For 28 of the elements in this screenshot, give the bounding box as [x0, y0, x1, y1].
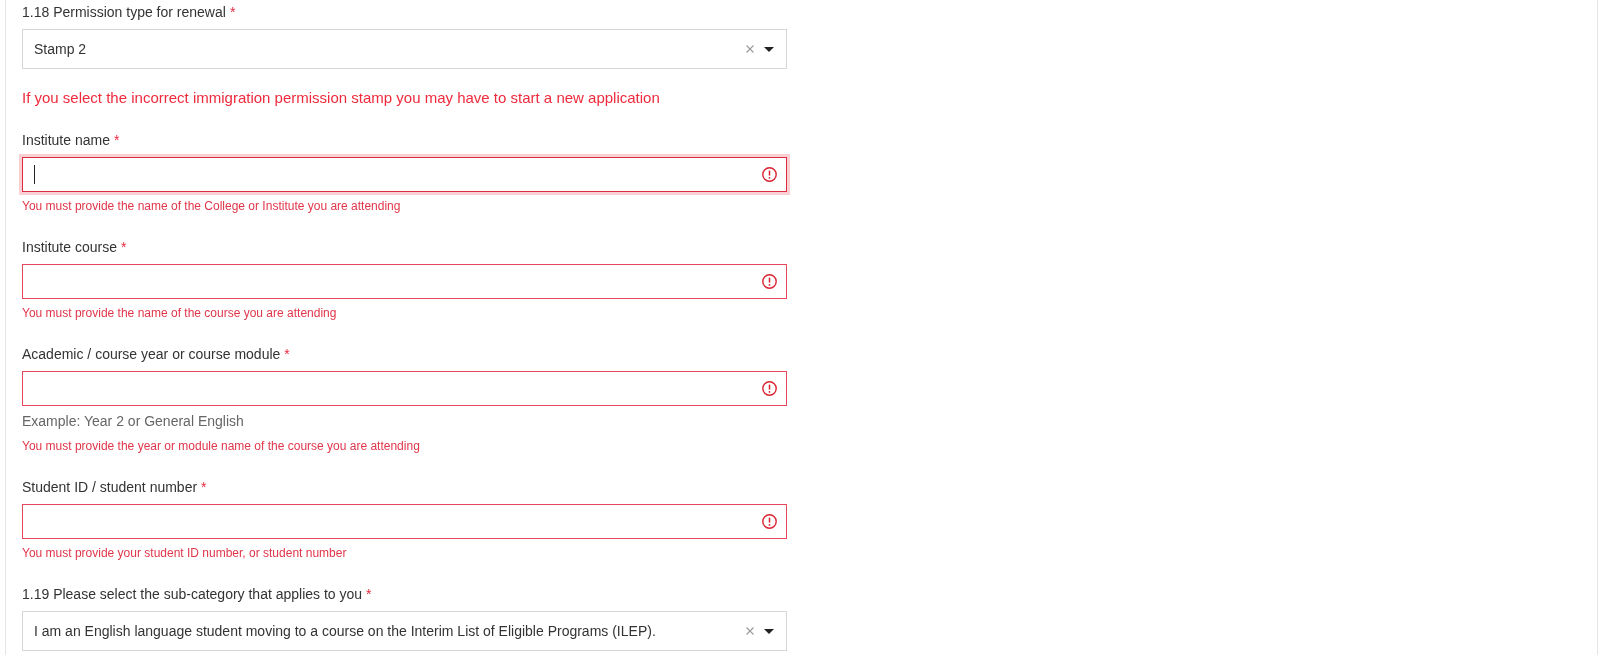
error-message: You must provide the name of the course you are attending	[22, 305, 338, 321]
clear-icon[interactable]	[746, 45, 754, 53]
required-mark: *	[229, 3, 236, 22]
field-label: Institute course	[22, 238, 117, 257]
warning-message: If you select the incorrect immigration permission stamp you may have to start a new application	[22, 88, 661, 108]
hint-text: Example: Year 2 or General English	[22, 412, 245, 431]
caret-icon	[764, 628, 774, 634]
error-message: You must provide the name of the College or Institute you are attending	[22, 198, 402, 214]
error-message: You must provide your student ID number, or student number	[22, 545, 348, 561]
clear-icon[interactable]	[746, 627, 754, 635]
field-label: 1.19 Please select the sub-category that applies to you	[22, 585, 363, 604]
dropdown-select[interactable]: Stamp 2	[22, 29, 787, 69]
input-field[interactable]	[22, 504, 787, 539]
required-mark: *	[366, 585, 372, 604]
required-mark: *	[284, 345, 290, 364]
error-message: You must provide the year or module name of the course you are attending	[22, 438, 421, 454]
required-mark: *	[120, 238, 127, 257]
input-field[interactable]	[22, 371, 787, 406]
field-label: Academic / course year or course module	[22, 345, 281, 364]
input-field[interactable]	[22, 157, 787, 192]
field-label: Institute name	[22, 131, 110, 150]
input-field[interactable]	[22, 264, 787, 299]
caret-icon	[764, 46, 774, 52]
required-mark: *	[201, 478, 207, 497]
field-label: 1.18 Permission type for renewal	[22, 3, 226, 22]
field-label: Student ID / student number	[22, 478, 198, 497]
required-mark: *	[113, 131, 120, 150]
dropdown-select[interactable]: I am an English language student moving to a course on the Interim List of Eligible Programs (ILEP).	[22, 611, 787, 651]
